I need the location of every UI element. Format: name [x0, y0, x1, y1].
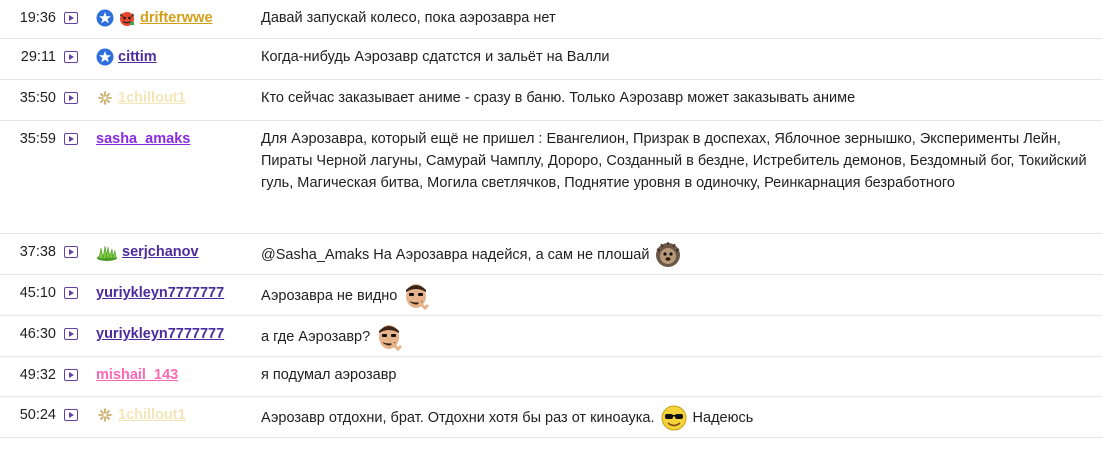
message-timestamp: 45:10: [19, 285, 56, 301]
chat-message-row: 35:50 1chillout1 Кто сейчас заказывает ани…: [0, 80, 1103, 121]
username-link[interactable]: yuriykleyn7777777: [96, 283, 224, 303]
chat-message-row: 35:59 sasha_amaks Для Аэрозавра, который е…: [0, 121, 1103, 234]
message-text-container: Кто сейчас заказывает аниме - сразу в ба…: [261, 87, 1103, 109]
username-link[interactable]: serjchanov: [122, 242, 199, 262]
thinking-man-emote-icon: [401, 282, 431, 311]
message-timestamp: 46:30: [19, 326, 56, 342]
username-link[interactable]: 1chillout1: [118, 405, 186, 425]
message-timestamp: 19:36: [19, 10, 56, 26]
chat-message-row: 45:10 yuriykleyn7777777 Аэрозавра не видно: [0, 275, 1103, 316]
chat-message-row: 19:36 drifterwwe Давай запускай колесо, по…: [0, 0, 1103, 39]
chat-user: 1chillout1: [96, 405, 254, 425]
message-text: Аэрозавр отдохни, брат. Отдохни хотя бы …: [261, 409, 655, 426]
jump-to-vod-icon[interactable]: [64, 12, 78, 24]
chat-message-row: 50:24 1chillout1 Аэрозавр отдохни, брат. О…: [0, 397, 1103, 438]
chat-user: mishail_143: [96, 365, 254, 385]
chat-message-row: 49:32 mishail_143 я подумал аэрозавр: [0, 357, 1103, 397]
chat-log: 19:36 drifterwwe Давай запускай колесо, по…: [0, 0, 1103, 438]
message-text: Кто сейчас заказывает аниме - сразу в ба…: [261, 90, 856, 106]
username-link[interactable]: sasha_amaks: [96, 129, 190, 149]
chat-user: drifterwwe: [96, 8, 254, 28]
jump-to-vod-icon[interactable]: [64, 246, 78, 258]
jump-to-vod-icon[interactable]: [64, 328, 78, 340]
thinking-man-emote-icon: [374, 323, 404, 352]
message-text: Давай запускай колесо, пока аэрозавра не…: [261, 10, 556, 26]
message-text: я подумал аэрозавр: [261, 367, 397, 383]
message-text-container: а где Аэрозавр?: [261, 323, 1103, 352]
chat-user: cittim: [96, 47, 254, 67]
message-text: Для Аэрозавра, который ещё не пришел : Е…: [261, 131, 1087, 191]
message-timestamp: 50:24: [19, 407, 56, 423]
prime-star-icon: [96, 48, 114, 66]
message-text-container: Аэрозавра не видно: [261, 282, 1103, 311]
jump-to-vod-icon[interactable]: [64, 369, 78, 381]
username-link[interactable]: 1chillout1: [118, 88, 186, 108]
username-link[interactable]: cittim: [118, 47, 157, 67]
devil-emote-icon: [118, 9, 136, 27]
cool-face-emote-icon: [659, 404, 689, 432]
chat-user: serjchanov: [96, 242, 254, 262]
jump-to-vod-icon[interactable]: [64, 92, 78, 104]
message-text: Аэрозавра не видно: [261, 287, 398, 304]
message-text: а где Аэрозавр?: [261, 328, 371, 345]
jump-to-vod-icon[interactable]: [64, 51, 78, 63]
message-timestamp: 35:50: [19, 90, 56, 106]
username-link[interactable]: yuriykleyn7777777: [96, 324, 224, 344]
message-timestamp: 37:38: [19, 244, 56, 260]
chat-message-row: 46:30 yuriykleyn7777777 а где Аэрозавр?: [0, 316, 1103, 357]
message-text-container: Давай запускай колесо, пока аэрозавра не…: [261, 7, 1103, 29]
message-text-after-emote: Надеюсь: [688, 409, 754, 426]
chat-message-row: 37:38 serjchanov @Sasha_Amaks На Аэрозавра…: [0, 234, 1103, 275]
jump-to-vod-icon[interactable]: [64, 287, 78, 299]
message-timestamp: 29:11: [20, 49, 56, 65]
chat-user: sasha_amaks: [96, 129, 254, 149]
message-text-container: Когда-нибудь Аэрозавр сдатстся и зальёт …: [261, 46, 1103, 68]
username-link[interactable]: drifterwwe: [140, 8, 213, 28]
message-text-container: @Sasha_Amaks На Аэрозавра надейся, а сам…: [261, 241, 1103, 269]
message-text: Когда-нибудь Аэрозавр сдатстся и зальёт …: [261, 49, 610, 65]
chat-message-row: 29:11 cittim Когда-нибудь Аэрозавр сдатстс…: [0, 39, 1103, 80]
username-link[interactable]: mishail_143: [96, 365, 178, 385]
message-timestamp: 49:32: [19, 367, 56, 383]
chat-user: yuriykleyn7777777: [96, 283, 254, 303]
jump-to-vod-icon[interactable]: [64, 133, 78, 145]
prime-star-icon: [96, 9, 114, 27]
message-text-container: Для Аэрозавра, который ещё не пришел : Е…: [261, 128, 1103, 194]
message-timestamp: 35:59: [19, 131, 56, 147]
message-text-container: я подумал аэрозавр: [261, 364, 1103, 386]
sparkle-icon: [96, 406, 114, 424]
chat-user: yuriykleyn7777777: [96, 324, 254, 344]
hedgehog-emote-icon: [653, 241, 683, 269]
sparkle-icon: [96, 89, 114, 107]
message-text-container: Аэрозавр отдохни, брат. Отдохни хотя бы …: [261, 404, 1103, 432]
jump-to-vod-icon[interactable]: [64, 409, 78, 421]
grass-icon: [96, 243, 118, 261]
message-text: @Sasha_Amaks На Аэрозавра надейся, а сам…: [261, 246, 650, 263]
chat-user: 1chillout1: [96, 88, 254, 108]
